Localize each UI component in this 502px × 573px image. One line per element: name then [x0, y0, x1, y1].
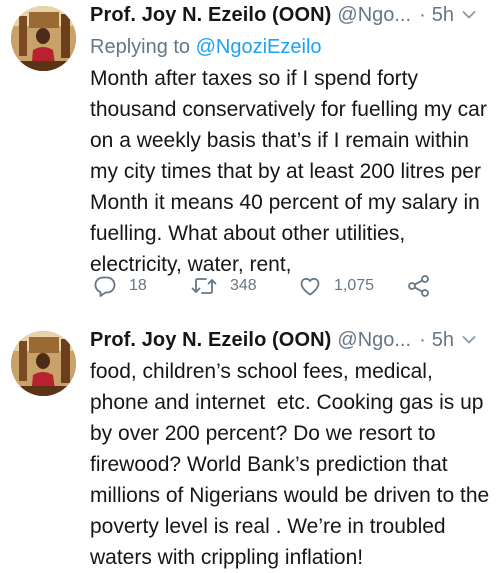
author-name[interactable]: Prof. Joy N. Ezeilo (OON) — [90, 0, 331, 30]
chevron-down-icon[interactable] — [462, 333, 476, 347]
reply-button[interactable]: 18 — [93, 272, 147, 300]
separator-dot: · — [419, 329, 426, 351]
retweet-count: 348 — [230, 277, 257, 294]
avatar[interactable] — [11, 331, 76, 396]
like-button[interactable]: 1,075 — [298, 272, 374, 300]
author-handle[interactable]: @Ngo... — [337, 325, 411, 355]
reply-count: 18 — [129, 277, 147, 294]
replying-to: Replying to @NgoziEzeilo — [90, 34, 322, 60]
tweet[interactable]: Prof. Joy N. Ezeilo (OON) @Ngo... · 5h f… — [0, 314, 502, 569]
tweet-actions: 18 348 1,075 — [90, 272, 470, 300]
like-icon — [298, 274, 322, 298]
avatar[interactable] — [11, 6, 76, 71]
share-icon — [406, 274, 432, 298]
separator-dot: · — [419, 4, 426, 26]
tweet-header: Prof. Joy N. Ezeilo (OON) @Ngo... · 5h — [90, 0, 490, 30]
retweet-icon — [190, 274, 218, 298]
tweet[interactable]: Prof. Joy N. Ezeilo (OON) @Ngo... · 5h R… — [0, 0, 502, 314]
tweet-header: Prof. Joy N. Ezeilo (OON) @Ngo... · 5h — [90, 325, 490, 355]
timestamp[interactable]: 5h — [432, 0, 454, 30]
replying-to-label: Replying to — [90, 36, 196, 58]
chevron-down-icon[interactable] — [462, 8, 476, 22]
avatar-image — [11, 331, 76, 396]
share-button[interactable] — [406, 272, 432, 300]
reply-icon — [93, 274, 117, 298]
tweet-text: food, children’s school fees, medical, p… — [90, 360, 496, 569]
author-name[interactable]: Prof. Joy N. Ezeilo (OON) — [90, 325, 331, 355]
retweet-button[interactable]: 348 — [190, 272, 257, 300]
author-handle[interactable]: @Ngo... — [337, 0, 411, 30]
like-count: 1,075 — [334, 277, 375, 294]
avatar-image — [11, 6, 76, 71]
timestamp[interactable]: 5h — [432, 325, 454, 355]
reply-mention-link[interactable]: @NgoziEzeilo — [196, 36, 322, 58]
tweet-text: Month after taxes so if I spend forty th… — [90, 67, 493, 276]
